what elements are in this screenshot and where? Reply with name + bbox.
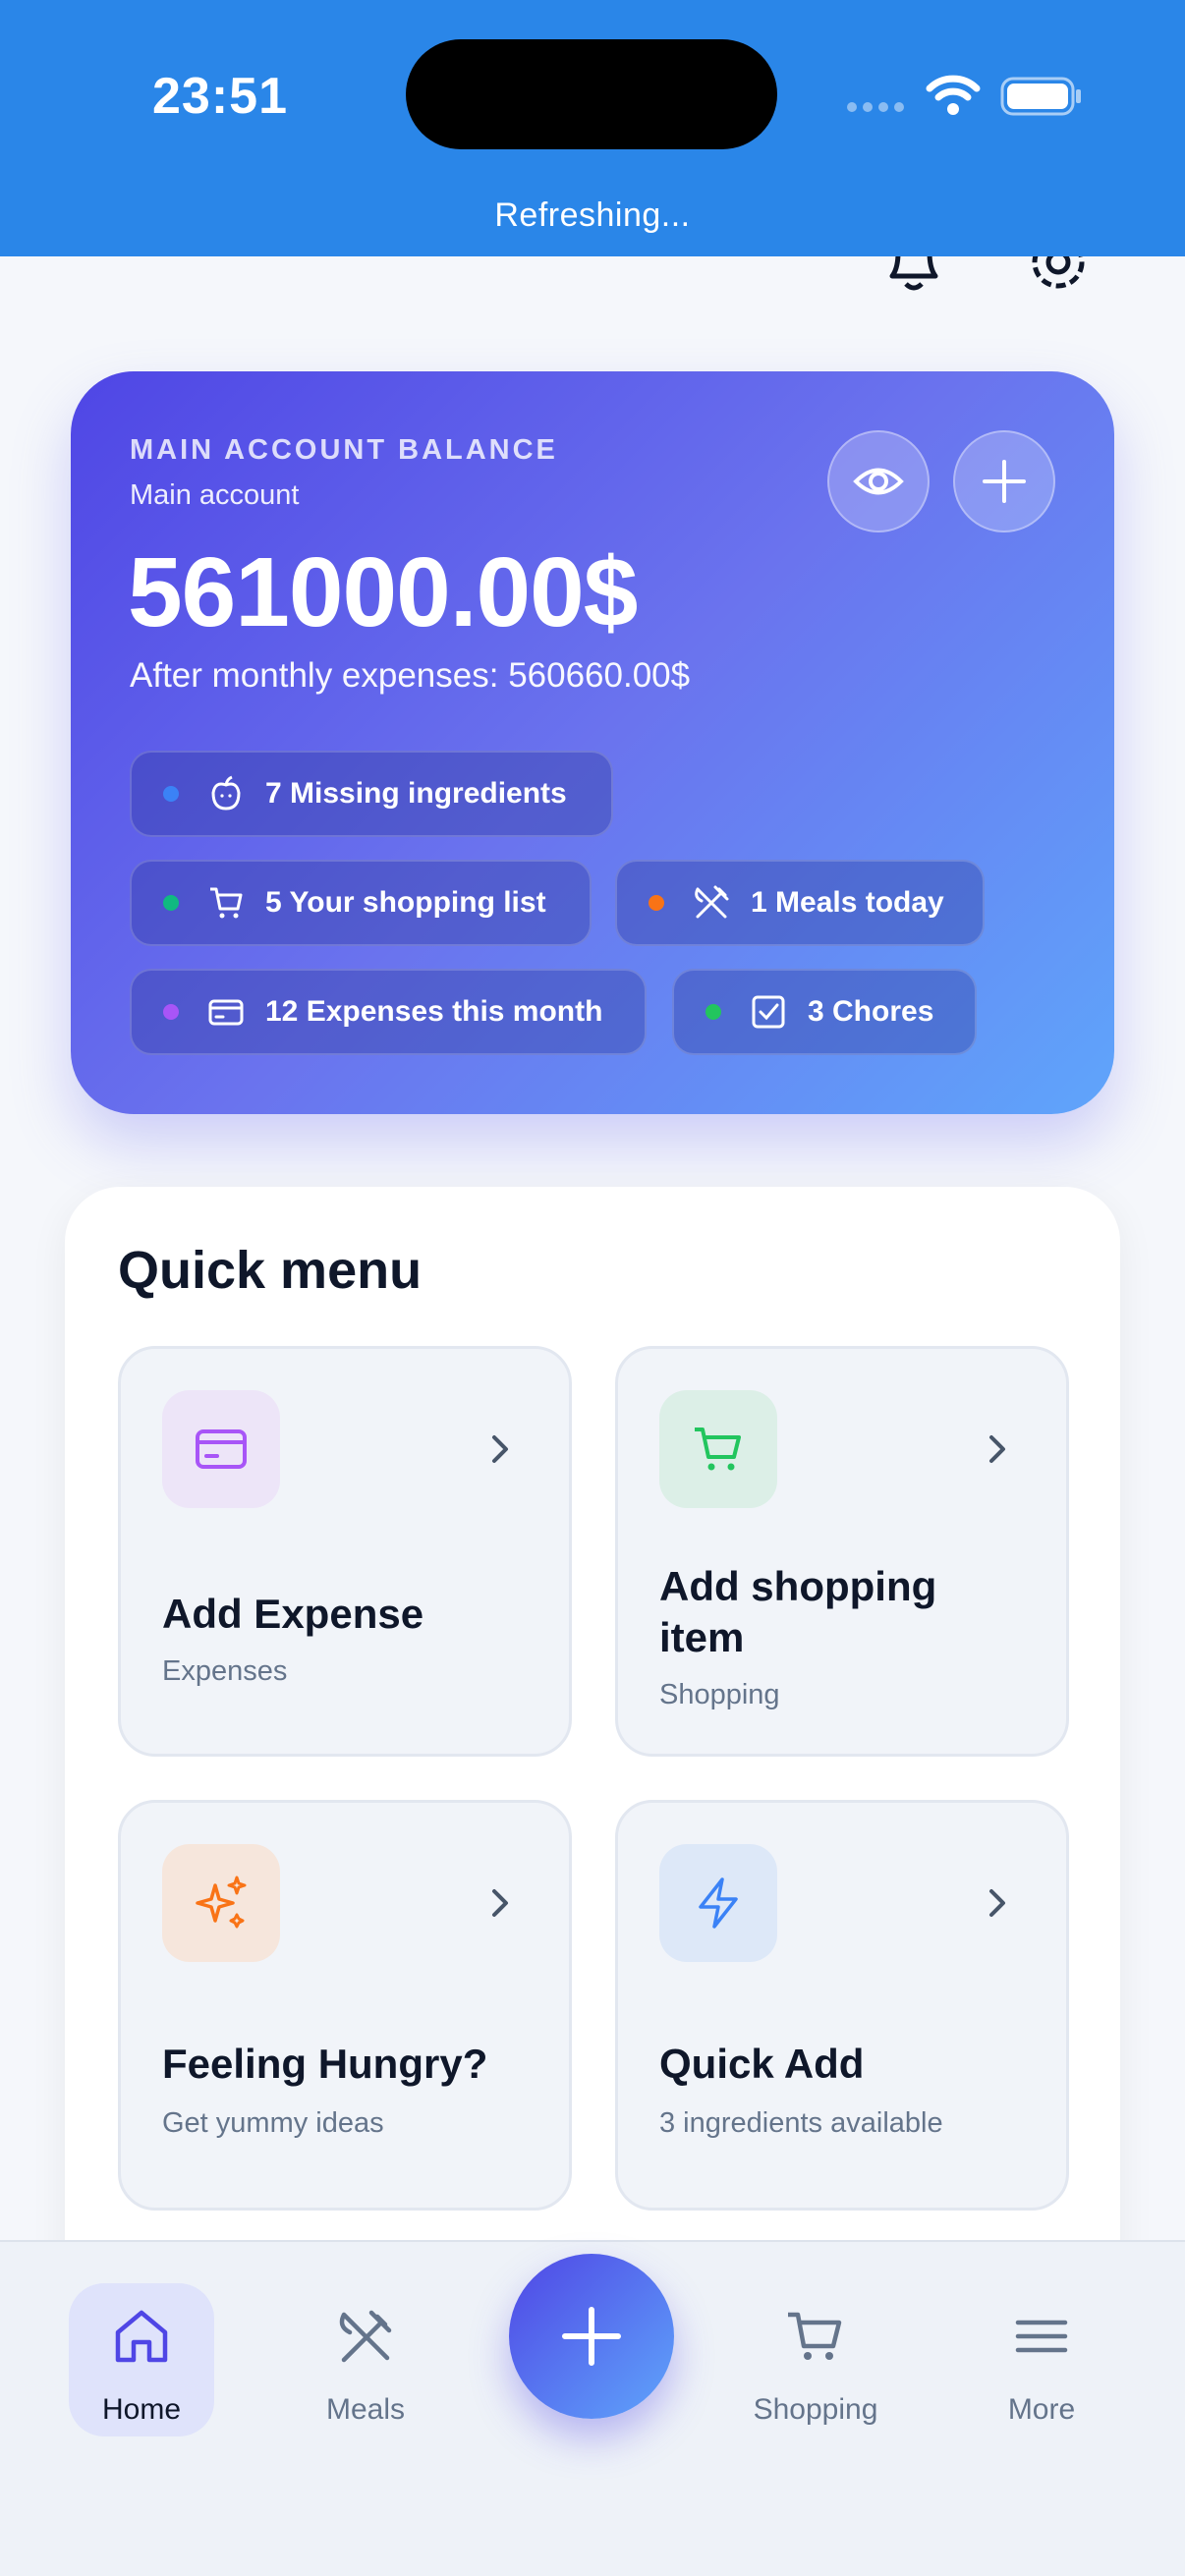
nav-more[interactable]: More [969,2283,1114,2436]
chip-label: 1 Meals today [751,886,944,919]
card-icon [206,992,246,1032]
tile-title: Add Expense [162,1591,424,1637]
nav-shopping[interactable]: Shopping [743,2283,888,2436]
nav-label: Shopping [753,2393,878,2426]
chip-label: 5 Your shopping list [265,886,546,919]
add-fab-button[interactable] [509,2254,674,2419]
after-expenses: After monthly expenses: 560660.00$ [130,656,691,695]
nav-label: Meals [325,2393,406,2426]
tile-title: Add shopping item [659,1563,937,1660]
nav-label: More [1007,2393,1076,2426]
cellular-signal-icon [847,102,904,112]
tile-add-shopping-item[interactable]: Add shopping item Shopping [615,1346,1069,1757]
account-name: Main account [130,479,300,511]
plus-icon [562,2307,621,2366]
tile-title: Feeling Hungry? [162,2041,488,2087]
status-dot [649,895,664,911]
refresh-indicator: Refreshing... [494,196,691,234]
nav-meals[interactable]: Meals [293,2283,438,2436]
chip-label: 7 Missing ingredients [265,777,567,810]
dynamic-island [406,39,777,149]
apple-icon [206,774,246,813]
home-icon [115,2310,168,2363]
status-dot [163,1004,179,1020]
chevron-right-icon [989,1889,1005,1917]
chevron-right-icon [492,1889,508,1917]
balance-card: MAIN ACCOUNT BALANCE Main account 561000… [71,371,1114,1114]
tile-title: Quick Add [659,2041,865,2087]
chevron-right-icon [989,1435,1005,1463]
chip-missing-ingredients[interactable]: 7 Missing ingredients [130,751,613,837]
sparkles-icon [162,1844,280,1962]
cart-icon [659,1390,777,1508]
wifi-icon [926,75,981,115]
tile-subtitle: Shopping [659,1679,780,1710]
utensils-icon [339,2310,392,2363]
bolt-icon [659,1844,777,1962]
balance-label: MAIN ACCOUNT BALANCE [130,434,558,466]
menu-icon [1015,2320,1068,2353]
chip-shopping-list[interactable]: 5 Your shopping list [130,860,592,946]
nav-home[interactable]: Home [69,2283,214,2436]
chip-meals-today[interactable]: 1 Meals today [615,860,985,946]
toggle-visibility-button[interactable] [827,430,930,532]
cart-icon [788,2312,842,2360]
chip-label: 12 Expenses this month [265,995,603,1028]
nav-label: Home [101,2393,182,2426]
clock: 23:51 [152,68,288,125]
chip-chores[interactable]: 3 Chores [672,969,977,1055]
gear-icon[interactable] [1024,256,1093,296]
quick-menu: Quick menu Add Expense Expenses Add shop… [65,1187,1120,2268]
header-icons [0,256,1185,296]
tile-feeling-hungry[interactable]: Feeling Hungry? Get yummy ideas [118,1800,572,2211]
plus-icon [983,460,1026,503]
tile-add-expense[interactable]: Add Expense Expenses [118,1346,572,1757]
chevron-right-icon [492,1435,508,1463]
tile-quick-add[interactable]: Quick Add 3 ingredients available [615,1800,1069,2211]
status-dot [163,895,179,911]
status-dot [705,1004,721,1020]
tile-subtitle: Get yummy ideas [162,2107,384,2139]
status-dot [163,786,179,802]
tile-subtitle: 3 ingredients available [659,2107,943,2139]
cart-icon [206,883,246,923]
status-bar: 23:51 Refreshing... [0,0,1185,256]
balance-amount: 561000.00$ [128,537,638,647]
checkbox-icon [749,992,788,1032]
bell-icon[interactable] [884,256,943,296]
add-funds-button[interactable] [953,430,1055,532]
card-icon [162,1390,280,1508]
bottom-nav: Home Meals Shopping More [0,2240,1185,2576]
battery-icon [1000,77,1081,116]
chip-label: 3 Chores [808,995,934,1028]
eye-icon [853,468,904,495]
tile-subtitle: Expenses [162,1655,288,1687]
quick-menu-title: Quick menu [118,1241,423,1300]
utensils-icon [692,883,731,923]
chip-expenses-month[interactable]: 12 Expenses this month [130,969,647,1055]
